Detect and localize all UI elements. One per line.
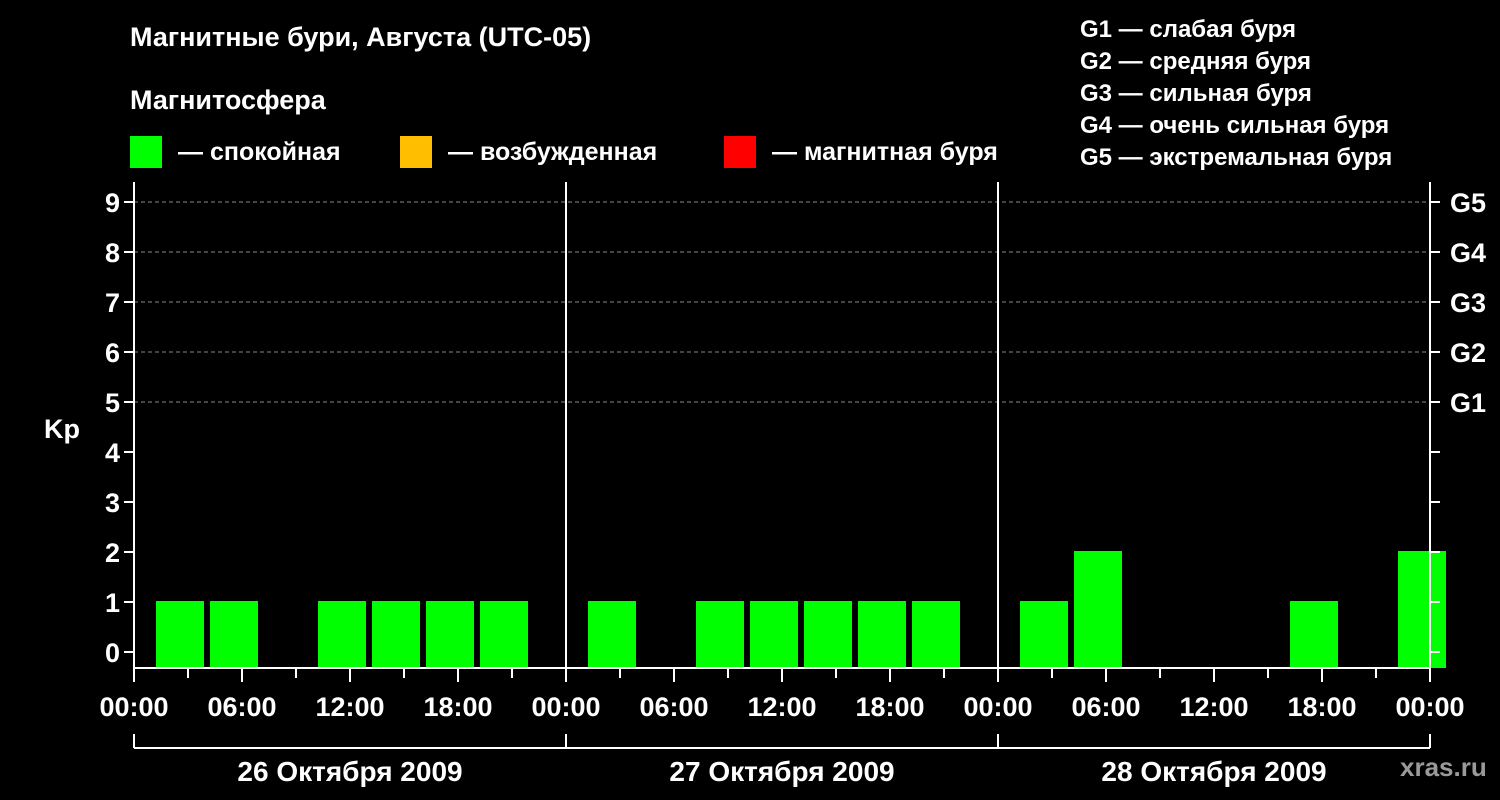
kp-bar [318,601,366,668]
x-tick-label: 18:00 [423,692,492,722]
y-tick-label: 4 [105,438,120,468]
day-label: 28 Октября 2009 [1101,756,1326,787]
x-tick-label: 06:00 [639,692,708,722]
kp-bar [750,601,798,668]
g-tick-label: G3 [1450,288,1486,318]
y-tick-label: 7 [105,288,120,318]
y-tick-label: 8 [105,238,120,268]
y-tick-label: 9 [105,188,120,218]
y-tick-label: 0 [105,638,120,668]
g-tick-label: G4 [1450,238,1486,268]
x-tick-label: 06:00 [207,692,276,722]
kp-bar [1074,551,1122,668]
kp-bar [588,601,636,668]
kp-bar [426,601,474,668]
y-tick-label: 6 [105,338,120,368]
kp-chart: 0 1 2 3 4 5 6 7 8 9 G1 G2 G3 G4 G5 Kp 00:00 06:00 12:00 18:… [44,182,1486,787]
kp-bar [912,601,960,668]
x-tick-label: 18:00 [1287,692,1356,722]
kp-bar [858,601,906,668]
kp-bar [1398,551,1446,668]
kp-bar [156,601,204,668]
kp-bar [1290,601,1338,668]
g-tick-label: G5 [1450,188,1486,218]
kp-bar [1020,601,1068,668]
x-tick-label: 12:00 [747,692,816,722]
x-tick-label: 06:00 [1071,692,1140,722]
y-tick-label: 3 [105,488,120,518]
kp-bar [480,601,528,668]
kp-bar [804,601,852,668]
x-tick-label: 00:00 [531,692,600,722]
x-tick-label: 00:00 [1395,692,1464,722]
brand-watermark: xras.ru [1400,752,1487,782]
y-tick-label: 2 [105,538,120,568]
g-tick-label: G2 [1450,338,1486,368]
x-tick-label: 18:00 [855,692,924,722]
y-tick-label: 5 [105,388,120,418]
day-label: 27 Октября 2009 [669,756,894,787]
day-label: 26 Октября 2009 [237,756,462,787]
x-tick-label: 00:00 [963,692,1032,722]
x-tick-label: 12:00 [1179,692,1248,722]
kp-bar [210,601,258,668]
x-tick-label: 00:00 [99,692,168,722]
kp-bar [696,601,744,668]
y-tick-label: 1 [105,588,120,618]
g-tick-label: G1 [1450,388,1486,418]
y-axis-label: Kp [44,414,80,444]
kp-bar [372,601,420,668]
x-tick-label: 12:00 [315,692,384,722]
